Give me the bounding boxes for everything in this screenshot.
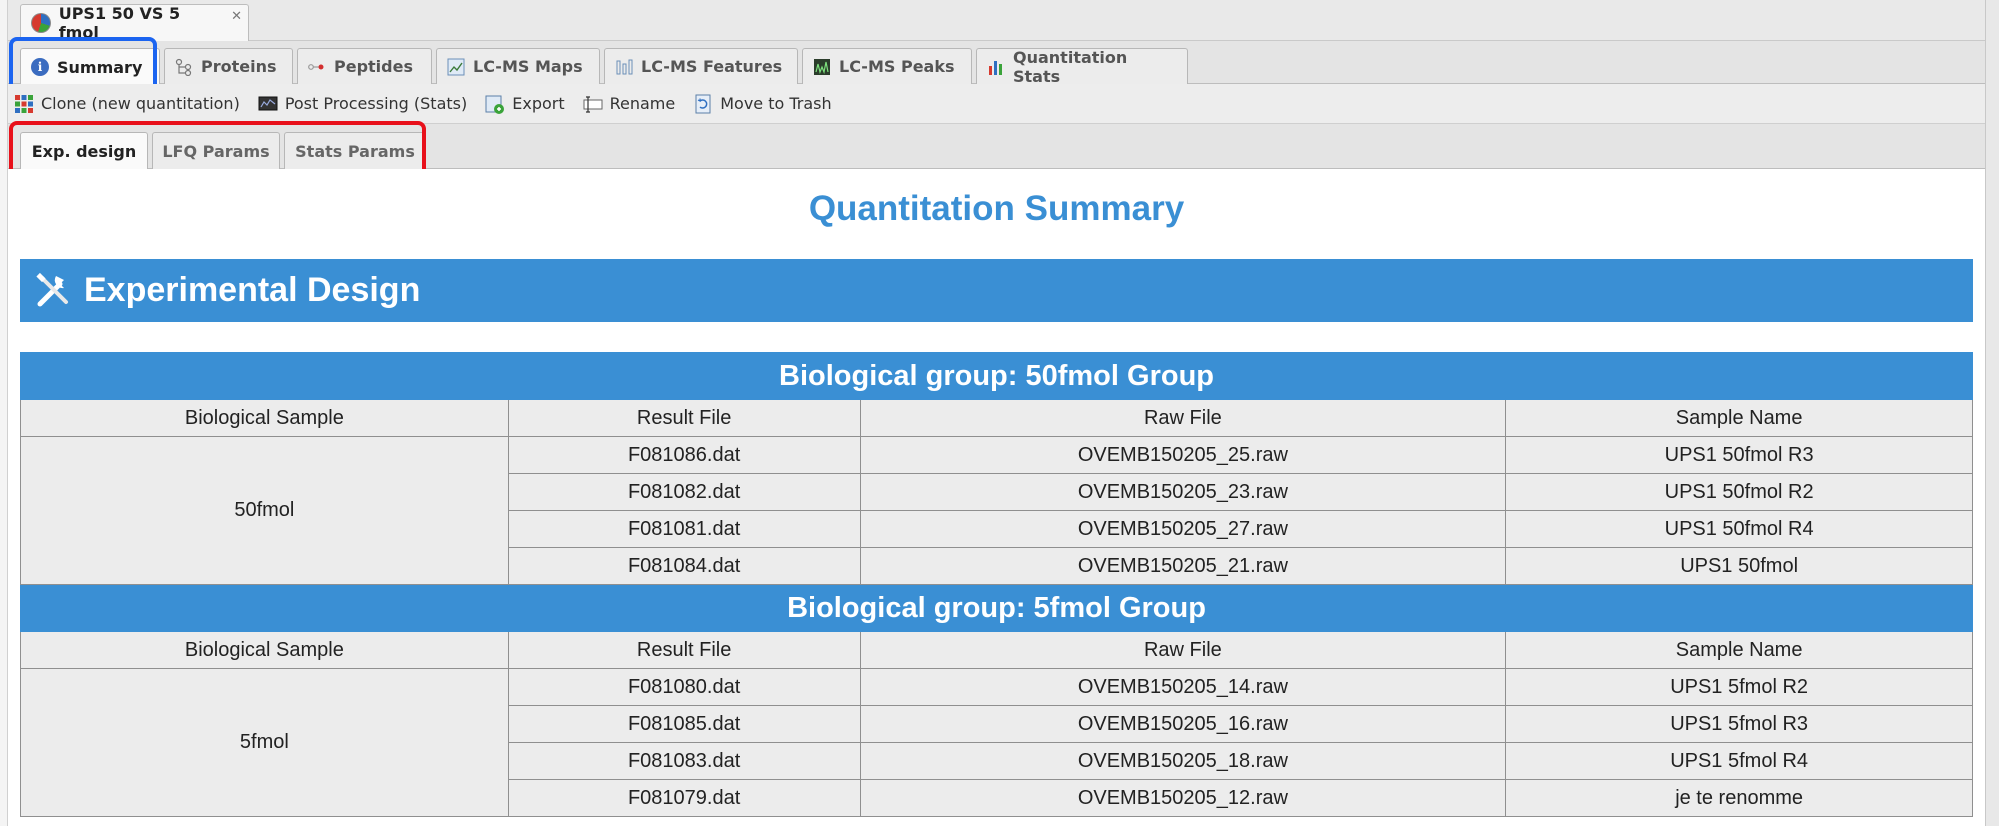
section-title: Experimental Design: [84, 271, 421, 309]
page-title: Quantitation Summary: [808, 189, 1185, 228]
tools-icon: [36, 272, 68, 306]
tab-label: LC-MS Features: [641, 57, 783, 76]
column-header: Result File: [507, 631, 861, 669]
raw-file-cell: OVEMB150205_16.raw: [859, 705, 1507, 743]
raw-file-cell: OVEMB150205_25.raw: [859, 436, 1507, 474]
sample-name-cell: je te renomme: [1505, 779, 1973, 817]
table-row: 5fmol F081080.dat OVEMB150205_14.raw UPS…: [20, 668, 1973, 817]
rename-button[interactable]: Rename: [583, 94, 676, 114]
raw-file-cell: OVEMB150205_14.raw: [859, 668, 1507, 706]
result-file-cell: F081081.dat: [507, 510, 861, 548]
column-header: Raw File: [859, 631, 1507, 669]
raw-file-cell: OVEMB150205_12.raw: [859, 779, 1507, 817]
result-file-cell: F081084.dat: [507, 547, 861, 585]
quantitation-window: UPS1 50 VS 5 fmol ✕ i Summary Proteins P…: [0, 0, 1999, 826]
trash-icon: [695, 94, 711, 113]
pie-chart-icon: [31, 13, 51, 33]
main-tab-strip: i Summary Proteins Peptides LC-MS Maps L…: [8, 41, 1985, 86]
rename-icon: [583, 95, 603, 113]
section-header: Experimental Design: [20, 259, 1973, 322]
document-tab[interactable]: UPS1 50 VS 5 fmol ✕: [20, 4, 249, 42]
result-file-cell: F081082.dat: [507, 473, 861, 511]
sample-name-cell: UPS1 5fmol R4: [1505, 742, 1973, 780]
left-frame-edge: [0, 0, 8, 826]
result-file-cell: F081080.dat: [507, 668, 861, 706]
result-file-cell: F081085.dat: [507, 705, 861, 743]
close-tab-icon[interactable]: ✕: [231, 9, 242, 24]
post-processing-label: Post Processing (Stats): [284, 94, 468, 113]
map-icon: [447, 58, 465, 75]
sample-name-cell: UPS1 5fmol R3: [1505, 705, 1973, 743]
column-header: Biological Sample: [20, 399, 509, 437]
sample-name-cell: UPS1 5fmol R2: [1505, 668, 1973, 706]
sample-name-cell: UPS1 50fmol R2: [1505, 473, 1973, 511]
grid-icon: [15, 94, 33, 113]
column-header: Sample Name: [1505, 399, 1973, 437]
right-scrollbar[interactable]: [1985, 0, 1999, 826]
column-header: Result File: [507, 399, 861, 437]
tab-label: LC-MS Maps: [473, 57, 583, 76]
tab-label: Quantitation Stats: [1013, 47, 1128, 86]
tab-lcms-peaks[interactable]: LC-MS Peaks: [802, 48, 972, 84]
summary-content: Quantitation Summary Experimental Design…: [8, 169, 1985, 826]
biological-sample-cell: 50fmol: [20, 436, 509, 585]
biological-sample-cell: 5fmol: [20, 668, 509, 817]
toolbar: Clone (new quantitation) Post Processing…: [8, 84, 1985, 124]
tab-lcms-features[interactable]: LC-MS Features: [604, 48, 798, 84]
raw-file-cell: OVEMB150205_18.raw: [859, 742, 1507, 780]
raw-file-cell: OVEMB150205_21.raw: [859, 547, 1507, 585]
export-label: Export: [512, 94, 565, 113]
tab-peptides[interactable]: Peptides: [297, 48, 432, 84]
export-button[interactable]: Export: [485, 94, 565, 114]
document-tab-strip: UPS1 50 VS 5 fmol ✕: [8, 0, 1985, 42]
sample-name-cell: UPS1 50fmol: [1505, 547, 1973, 585]
experimental-design-table: Biological group: 50fmol Group Biologica…: [20, 352, 1973, 817]
raw-file-cell: OVEMB150205_27.raw: [859, 510, 1507, 548]
table-header-row: Biological Sample Result File Raw File S…: [20, 399, 1973, 437]
table-header-row: Biological Sample Result File Raw File S…: [20, 631, 1973, 669]
rename-label: Rename: [609, 94, 676, 113]
tree-icon: [175, 58, 192, 76]
post-processing-button[interactable]: Post Processing (Stats): [258, 94, 467, 114]
tab-label: Peptides: [334, 57, 413, 76]
column-header: Sample Name: [1505, 631, 1973, 669]
clone-label: Clone (new quantitation): [41, 94, 240, 113]
features-icon: [616, 59, 633, 74]
tab-label: LC-MS Peaks: [839, 57, 955, 76]
group-title: Biological group: 50fmol Group: [20, 352, 1973, 400]
table-row: 50fmol F081086.dat OVEMB150205_25.raw UP…: [20, 436, 1973, 585]
group-title: Biological group: 5fmol Group: [20, 584, 1973, 632]
result-file-cell: F081079.dat: [507, 779, 861, 817]
sample-name-cell: UPS1 50fmol R4: [1505, 510, 1973, 548]
monitor-icon: [258, 96, 278, 110]
column-header: Biological Sample: [20, 631, 509, 669]
peaks-icon: [814, 58, 830, 75]
tab-lcms-maps[interactable]: LC-MS Maps: [436, 48, 600, 84]
result-file-cell: F081086.dat: [507, 436, 861, 474]
result-file-cell: F081083.dat: [507, 742, 861, 780]
sample-name-cell: UPS1 50fmol R3: [1505, 436, 1973, 474]
group-header-row: Biological group: 50fmol Group: [20, 352, 1973, 400]
peptide-chain-icon: [308, 63, 324, 70]
raw-file-cell: OVEMB150205_23.raw: [859, 473, 1507, 511]
clone-button[interactable]: Clone (new quantitation): [14, 94, 240, 114]
move-to-trash-button[interactable]: Move to Trash: [693, 94, 832, 114]
export-icon: [485, 95, 505, 114]
group-header-row: Biological group: 5fmol Group: [20, 584, 1973, 632]
tab-label: Proteins: [201, 57, 277, 76]
bar-chart-icon: [989, 60, 1002, 75]
tab-quantitation-stats[interactable]: Quantitation Stats: [976, 47, 1188, 86]
move-to-trash-label: Move to Trash: [720, 94, 832, 113]
column-header: Raw File: [859, 399, 1507, 437]
tab-proteins[interactable]: Proteins: [164, 48, 293, 84]
